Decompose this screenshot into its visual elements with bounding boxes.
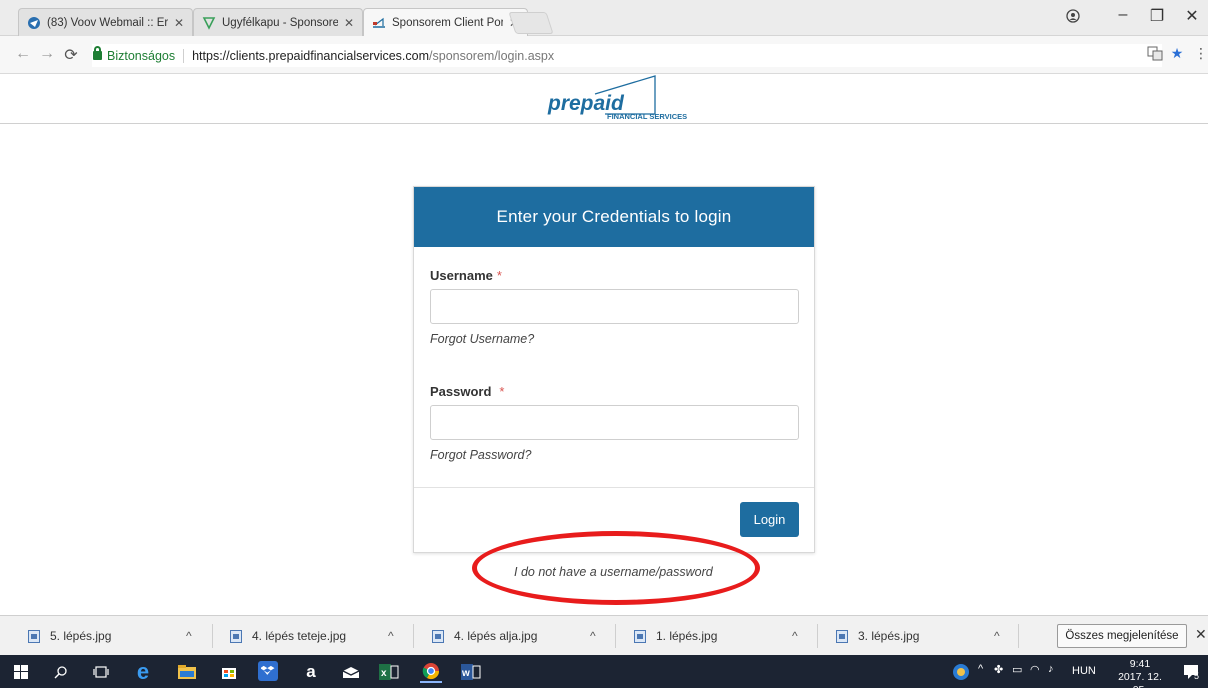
tab-voov-webmail[interactable]: (83) Voov Webmail :: Érk ✕ — [18, 8, 193, 36]
address-bar[interactable]: Biztonságos https://clients.prepaidfinan… — [92, 44, 1162, 67]
close-icon[interactable]: ✕ — [174, 16, 184, 30]
tab-sponsorem-client-portal[interactable]: Sponsorem Client Portal ✕ — [363, 8, 528, 36]
url-host: https://clients.prepaidfinancialservices… — [192, 48, 430, 63]
forgot-password-link[interactable]: Forgot Password? — [430, 448, 531, 462]
excel-icon[interactable]: x — [378, 661, 400, 683]
image-file-icon — [634, 629, 646, 643]
wifi-icon[interactable]: ◠ — [1030, 663, 1040, 676]
back-icon[interactable]: ← — [14, 45, 32, 63]
required-mark: * — [499, 384, 505, 399]
divider — [1018, 624, 1019, 648]
tab-label: Ügyfélkapu - Sponsorem — [222, 16, 338, 29]
logo-sub-text: FINANCIAL SERVICES — [607, 112, 687, 121]
translate-icon[interactable] — [1146, 45, 1164, 63]
secure-label: Biztonságos — [107, 48, 176, 63]
login-button[interactable]: Login — [740, 502, 799, 537]
forward-icon[interactable]: → — [38, 45, 56, 63]
restore-icon[interactable]: ❐ — [1146, 6, 1168, 26]
chevron-up-icon[interactable]: ^ — [388, 629, 394, 643]
notification-count: 5 — [1194, 671, 1200, 681]
chevron-up-icon[interactable]: ^ — [186, 629, 192, 643]
dropbox-icon[interactable] — [258, 661, 278, 681]
tab-label: (83) Voov Webmail :: Érk — [47, 16, 168, 29]
download-item[interactable]: 3. lépés.jpg ^ — [836, 616, 1011, 656]
taskbar-clock[interactable]: 9:41 2017. 12. 05. — [1110, 658, 1170, 688]
password-label: Password * — [430, 384, 505, 399]
svg-text:w: w — [461, 668, 470, 679]
image-file-icon — [28, 629, 40, 643]
username-input[interactable] — [430, 289, 799, 324]
chevron-up-icon[interactable]: ^ — [792, 629, 798, 643]
battery-icon[interactable]: ▭ — [1012, 663, 1022, 676]
login-card-title: Enter your Credentials to login — [414, 187, 814, 247]
download-item[interactable]: 5. lépés.jpg ^ — [28, 616, 203, 656]
help-icon[interactable] — [950, 661, 972, 683]
reload-icon[interactable]: ⟳ — [62, 45, 80, 65]
divider — [817, 624, 818, 648]
svg-text:x: x — [381, 668, 387, 679]
close-icon[interactable]: ✕ — [1195, 626, 1207, 643]
image-file-icon — [836, 629, 848, 643]
language-indicator[interactable]: HUN — [1072, 665, 1096, 677]
store-icon[interactable] — [218, 661, 240, 683]
show-all-downloads-button[interactable]: Összes megjelenítése — [1057, 624, 1187, 648]
tab-ugyfelkapu[interactable]: Ügyfélkapu - Sponsorem ✕ — [193, 8, 363, 36]
image-file-icon — [432, 629, 444, 643]
amazon-icon[interactable]: a — [300, 661, 322, 683]
account-icon[interactable] — [1062, 6, 1084, 28]
download-item[interactable]: 4. lépés alja.jpg ^ — [432, 616, 607, 656]
clock-time: 9:41 — [1129, 658, 1151, 670]
chevron-up-icon[interactable]: ^ — [994, 629, 1000, 643]
bookmark-star-icon[interactable]: ★ — [1168, 45, 1186, 63]
mail-icon — [27, 16, 41, 30]
highlight-annotation — [472, 531, 760, 605]
prepaid-logo: prepaid FINANCIAL SERVICES — [545, 74, 695, 124]
login-card: Enter your Credentials to login Username… — [413, 186, 815, 553]
divider — [212, 624, 213, 648]
search-icon[interactable] — [50, 661, 72, 683]
dropbox-tray-icon[interactable]: ✤ — [994, 663, 1003, 676]
shield-icon — [202, 16, 216, 30]
forgot-username-link[interactable]: Forgot Username? — [430, 332, 534, 346]
divider — [413, 624, 414, 648]
download-item[interactable]: 1. lépés.jpg ^ — [634, 616, 809, 656]
page-header: prepaid FINANCIAL SERVICES — [0, 74, 1208, 124]
prepaid-logo-icon — [372, 16, 386, 30]
file-explorer-icon[interactable] — [176, 661, 198, 683]
tab-label: Sponsorem Client Portal — [392, 16, 503, 29]
minimize-icon[interactable]: – — [1112, 6, 1134, 24]
notification-icon[interactable]: 5 — [1180, 661, 1202, 683]
tray-chevron-up-icon[interactable]: ^ — [978, 663, 983, 675]
divider — [615, 624, 616, 648]
browser-toolbar: ← → ⟳ Biztonságos https://clients.prepai… — [0, 36, 1208, 74]
chrome-icon[interactable] — [420, 661, 442, 683]
card-divider — [414, 487, 814, 488]
new-tab-button[interactable] — [508, 12, 554, 34]
windows-taskbar: e a x w ^ ✤ ▭ ◠ ♪ HUN 9:41 2017. 12. 05.… — [0, 655, 1208, 688]
username-label: Username * — [430, 268, 502, 283]
volume-icon[interactable]: ♪ — [1048, 663, 1054, 675]
chevron-up-icon[interactable]: ^ — [590, 629, 596, 643]
word-icon[interactable]: w — [460, 661, 482, 683]
image-file-icon — [230, 629, 242, 643]
download-item[interactable]: 4. lépés teteje.jpg ^ — [230, 616, 405, 656]
browser-tabstrip: (83) Voov Webmail :: Érk ✕ Ügyfélkapu - … — [0, 0, 1208, 36]
close-icon[interactable]: ✕ — [344, 16, 354, 30]
lock-icon — [93, 46, 102, 60]
edge-icon[interactable]: e — [132, 659, 154, 684]
task-view-icon[interactable] — [90, 661, 112, 683]
secure-indicator[interactable]: Biztonságos — [93, 46, 185, 63]
mail-icon[interactable] — [340, 661, 362, 683]
close-window-icon[interactable]: ✕ — [1181, 6, 1203, 26]
windows-start-icon[interactable] — [10, 661, 32, 683]
download-shelf: 5. lépés.jpg ^ 4. lépés teteje.jpg ^ 4. … — [0, 615, 1208, 655]
menu-icon[interactable]: ⋮ — [1192, 45, 1208, 63]
password-input[interactable] — [430, 405, 799, 440]
url-path: /sponsorem/login.aspx — [429, 48, 555, 63]
clock-date: 2017. 12. 05. — [1118, 671, 1162, 688]
required-mark: * — [496, 268, 502, 283]
